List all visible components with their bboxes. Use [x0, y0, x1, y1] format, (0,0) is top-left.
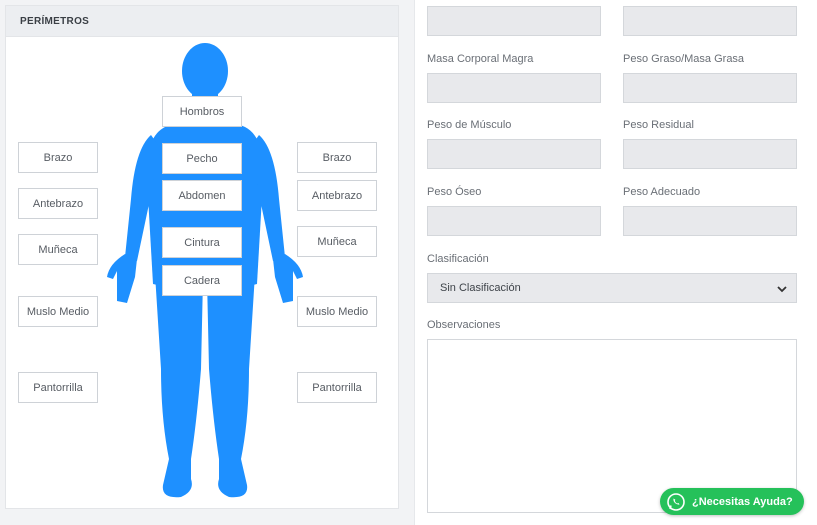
hip-label: Cadera: [183, 274, 221, 287]
right-wrist-label: Muñeca: [317, 235, 357, 248]
composition-panel: Masa Corporal Magra Peso Graso/Masa Gras…: [414, 0, 817, 525]
panel-header: PERÍMETROS: [6, 6, 398, 37]
hip-input[interactable]: Cadera: [162, 265, 242, 296]
right-mid-thigh-label: Muslo Medio: [305, 305, 369, 318]
adequate-field[interactable]: [623, 206, 797, 236]
lean-mass-label: Masa Corporal Magra: [427, 53, 534, 65]
right-calf-input[interactable]: Pantorrilla: [297, 372, 377, 403]
muscle-field[interactable]: [427, 139, 601, 169]
adequate-label: Peso Adecuado: [623, 186, 701, 198]
left-wrist-input[interactable]: Muñeca: [18, 234, 98, 265]
left-wrist-label: Muñeca: [38, 243, 78, 256]
classification-select[interactable]: Sin Clasificación: [427, 273, 797, 303]
left-arm-label: Brazo: [43, 151, 73, 164]
left-forearm-label: Antebrazo: [32, 197, 84, 210]
left-calf-input[interactable]: Pantorrilla: [18, 372, 98, 403]
perimetros-panel: PERÍMETROS Hombros Pecho Abdomen Cintura: [5, 5, 399, 509]
bone-field[interactable]: [427, 206, 601, 236]
fat-mass-label: Peso Graso/Masa Grasa: [623, 53, 745, 65]
right-wrist-input[interactable]: Muñeca: [297, 226, 377, 257]
chest-label: Pecho: [186, 152, 218, 165]
lean-mass-field[interactable]: [427, 73, 601, 103]
observations-label: Observaciones: [427, 319, 501, 331]
residual-field[interactable]: [623, 139, 797, 169]
left-arm-input[interactable]: Brazo: [18, 142, 98, 173]
waist-input[interactable]: Cintura: [162, 227, 242, 258]
right-forearm-label: Antebrazo: [311, 189, 363, 202]
classification-label: Clasificación: [427, 253, 489, 265]
abdomen-label: Abdomen: [178, 189, 226, 202]
muscle-label: Peso de Músculo: [427, 119, 512, 131]
top-left-field[interactable]: [427, 6, 601, 36]
chest-input[interactable]: Pecho: [162, 143, 242, 174]
classification-value: Sin Clasificación: [440, 282, 521, 294]
left-calf-label: Pantorrilla: [33, 381, 83, 394]
right-forearm-input[interactable]: Antebrazo: [297, 180, 377, 211]
panel-title: PERÍMETROS: [20, 15, 90, 27]
residual-label: Peso Residual: [623, 119, 694, 131]
left-mid-thigh-label: Muslo Medio: [26, 305, 90, 318]
chevron-down-icon: [777, 286, 787, 293]
shoulders-label: Hombros: [179, 105, 225, 118]
right-arm-input[interactable]: Brazo: [297, 142, 377, 173]
left-mid-thigh-input[interactable]: Muslo Medio: [18, 296, 98, 327]
whatsapp-icon: [667, 492, 685, 511]
shoulders-input[interactable]: Hombros: [162, 96, 242, 127]
right-arm-label: Brazo: [322, 151, 352, 164]
observations-textarea[interactable]: [427, 339, 797, 513]
waist-label: Cintura: [184, 236, 220, 249]
top-right-field[interactable]: [623, 6, 797, 36]
right-calf-label: Pantorrilla: [312, 381, 362, 394]
help-button[interactable]: ¿Necesitas Ayuda?: [660, 488, 804, 515]
left-forearm-input[interactable]: Antebrazo: [18, 188, 98, 219]
fat-mass-field[interactable]: [623, 73, 797, 103]
right-mid-thigh-input[interactable]: Muslo Medio: [297, 296, 377, 327]
help-label: ¿Necesitas Ayuda?: [692, 495, 793, 508]
bone-label: Peso Óseo: [427, 186, 482, 198]
abdomen-input[interactable]: Abdomen: [162, 180, 242, 211]
